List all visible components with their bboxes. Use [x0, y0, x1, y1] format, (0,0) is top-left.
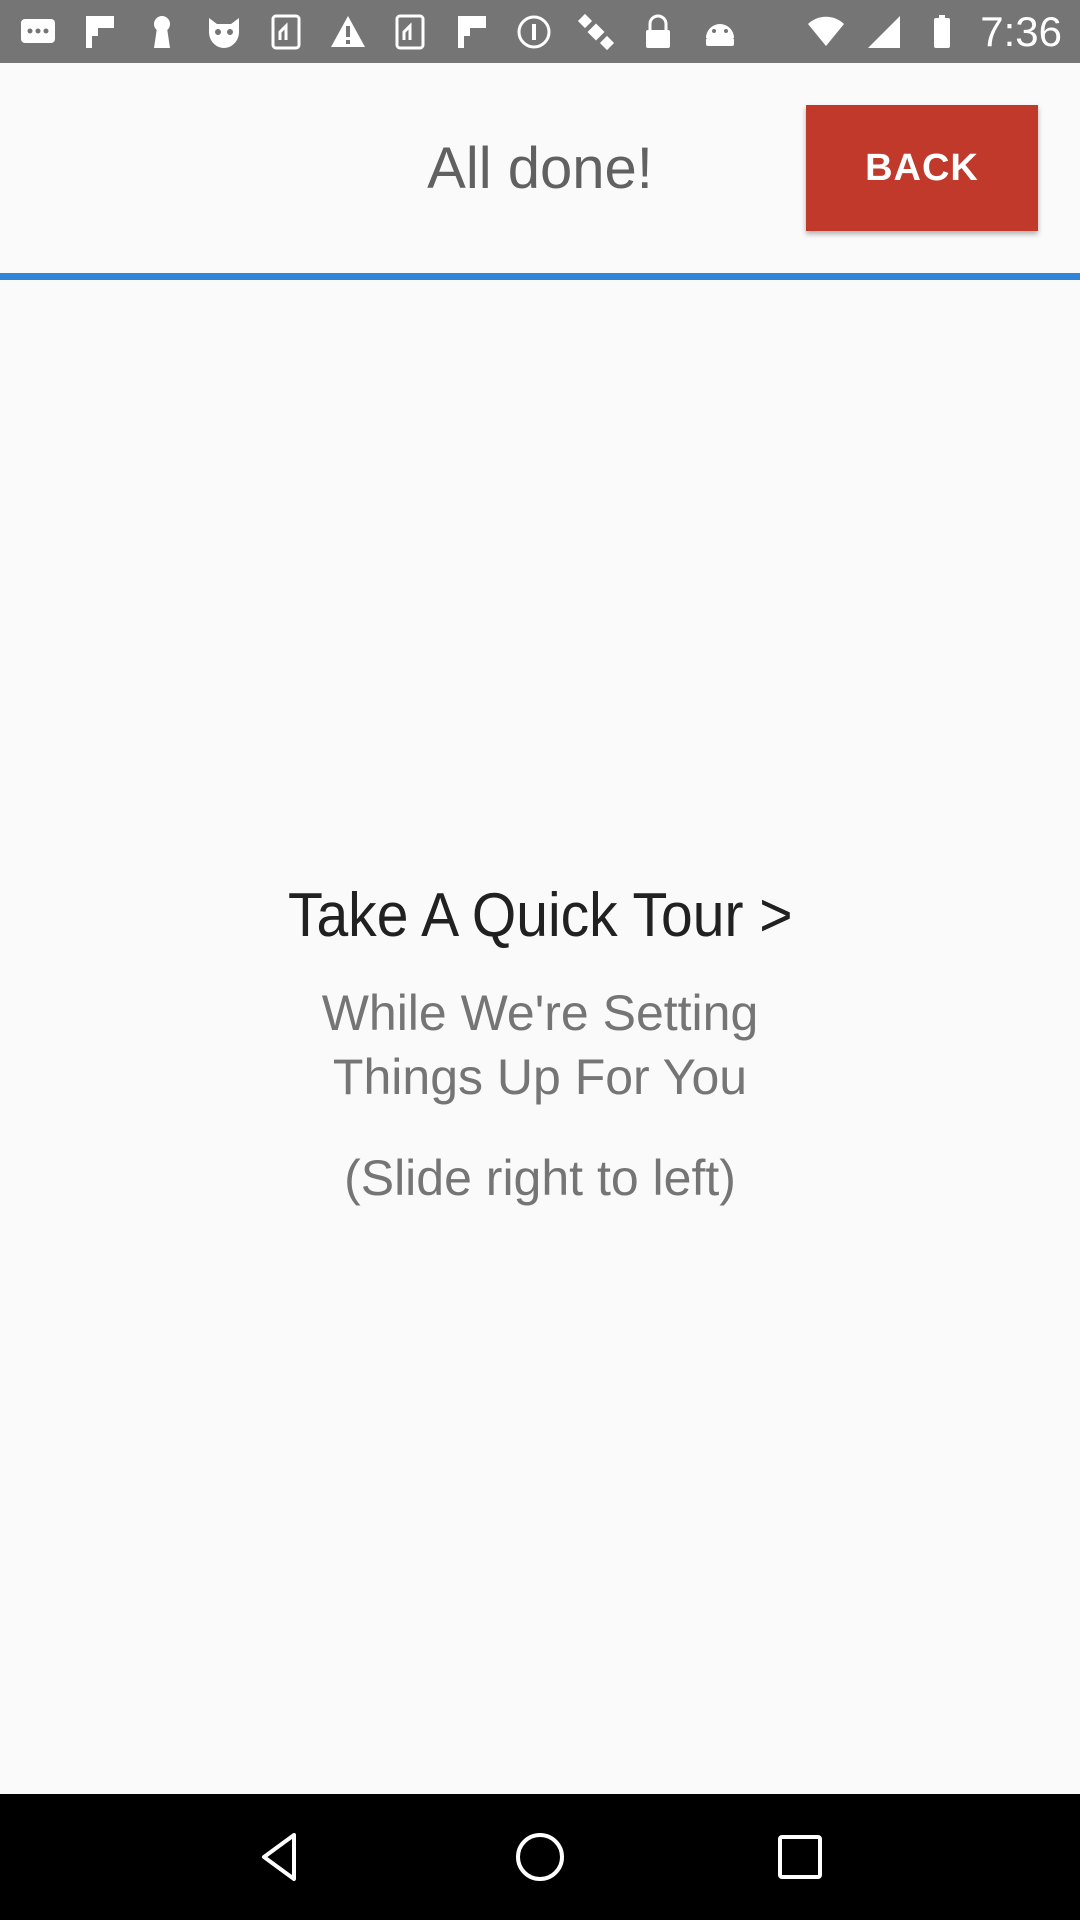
signal-icon	[864, 12, 904, 52]
tour-subtitle: While We're Setting Things Up For You	[0, 981, 1080, 1109]
flipboard-icon	[452, 12, 492, 52]
flipboard-icon	[80, 12, 120, 52]
cat-app-icon	[204, 12, 244, 52]
tour-subtitle-line-2: Things Up For You	[332, 1049, 748, 1105]
status-bar: 7:36	[0, 0, 1080, 63]
status-right: 7:36	[806, 8, 1062, 56]
tour-title[interactable]: Take A Quick Tour >	[288, 880, 793, 951]
swipe-hint: (Slide right to left)	[344, 1150, 736, 1206]
back-button[interactable]: BACK	[806, 105, 1038, 231]
header-divider	[0, 273, 1080, 280]
screen: 7:36 All done! BACK Take A Quick Tour > …	[0, 0, 1080, 1920]
keyhole-icon	[142, 12, 182, 52]
notification-icons	[18, 12, 806, 52]
wifi-icon	[806, 12, 846, 52]
lock-icon	[638, 12, 678, 52]
android-icon	[700, 12, 740, 52]
messages-icon	[18, 12, 58, 52]
status-time: 7:36	[980, 7, 1062, 55]
subway-icon	[266, 12, 306, 52]
back-nav-icon[interactable]	[245, 1822, 315, 1892]
satellite-icon	[576, 12, 616, 52]
header: All done! BACK	[0, 63, 1080, 273]
tour-subtitle-line-1: While We're Setting	[321, 985, 759, 1041]
subway-icon	[390, 12, 430, 52]
navigation-bar	[0, 1794, 1080, 1920]
info-icon	[514, 12, 554, 52]
home-nav-icon[interactable]	[505, 1822, 575, 1892]
recents-nav-icon[interactable]	[765, 1822, 835, 1892]
tour-content[interactable]: Take A Quick Tour > While We're Setting …	[0, 880, 1080, 1207]
battery-icon	[922, 12, 962, 52]
warning-icon	[328, 12, 368, 52]
